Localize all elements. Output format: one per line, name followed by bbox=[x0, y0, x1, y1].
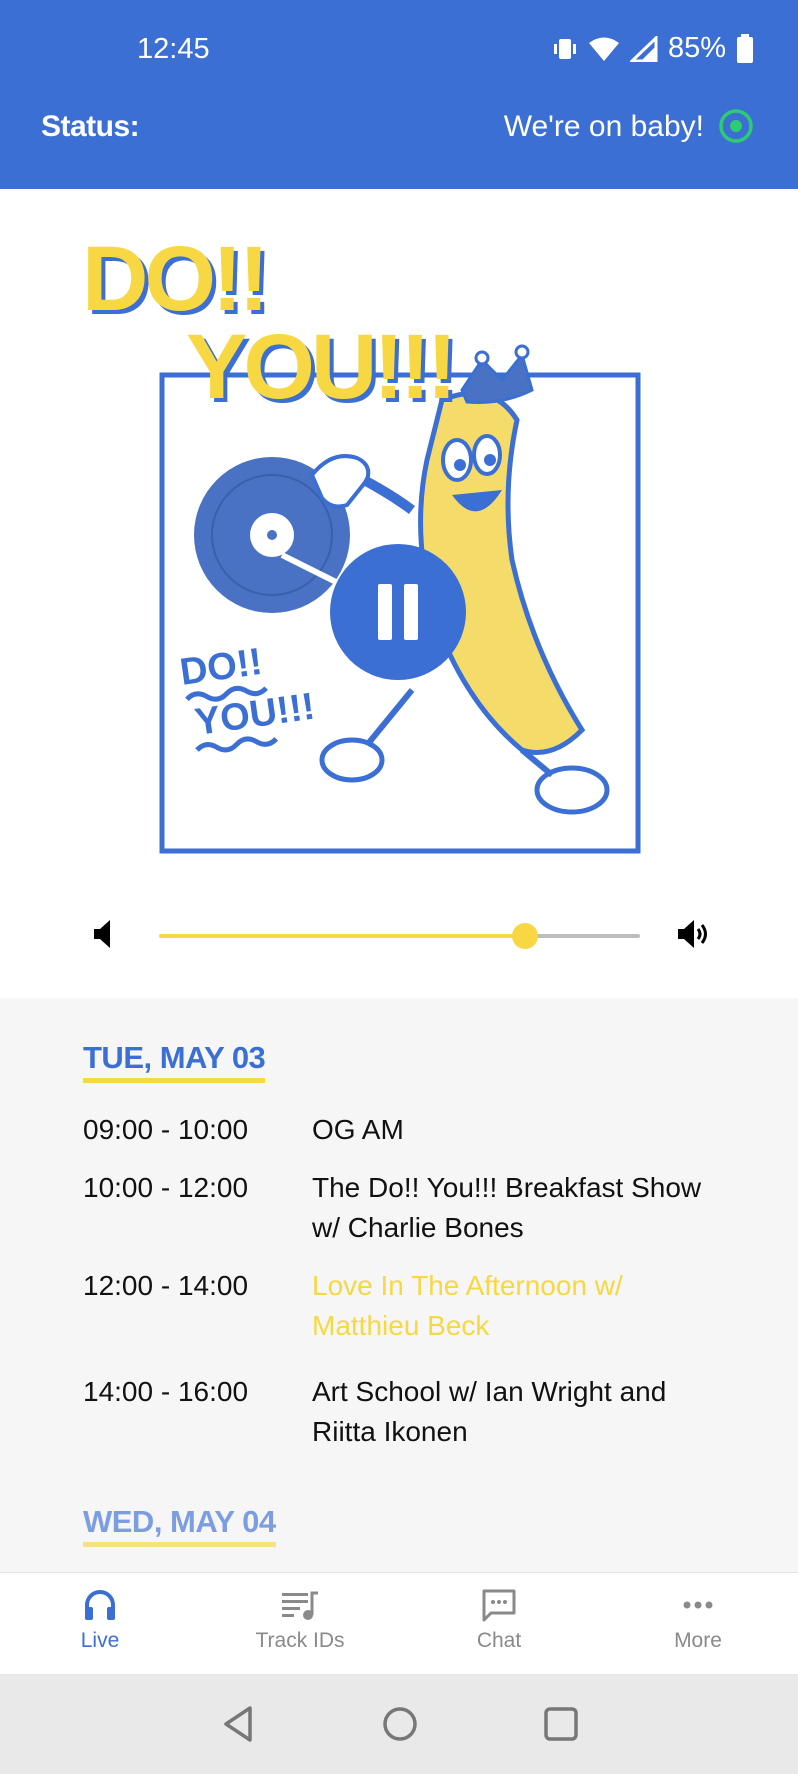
signal-icon bbox=[629, 35, 658, 62]
show-time: 10:00 - 12:00 bbox=[83, 1172, 249, 1203]
volume-control bbox=[0, 900, 798, 970]
more-icon bbox=[618, 1587, 778, 1623]
nav-chat-label: Chat bbox=[476, 1629, 522, 1652]
app-header: 12:45 85% Status: We're on baby! bbox=[0, 0, 798, 189]
show-title: Art School w/ Ian Wright and Riitta Ikon… bbox=[312, 1376, 667, 1447]
system-nav-bar bbox=[0, 1674, 798, 1774]
show-time: 12:00 - 14:00 bbox=[83, 1270, 249, 1301]
artwork-title-line1: DO!! bbox=[82, 230, 265, 330]
artwork-image: DO!! YOU!!! DO!! DO!! YOU!!! YOU!!! bbox=[82, 228, 641, 854]
nav-track-ids-label: Track IDs bbox=[255, 1629, 345, 1652]
recents-icon[interactable] bbox=[542, 1704, 580, 1749]
nav-live[interactable]: Live bbox=[20, 1587, 180, 1653]
status-time: 12:45 bbox=[137, 33, 210, 65]
nav-more-label: More bbox=[674, 1629, 722, 1652]
volume-high-icon[interactable] bbox=[676, 918, 712, 955]
day-heading: TUE, MAY 03 bbox=[83, 1040, 266, 1083]
bottom-nav: Live Track IDs Chat More bbox=[0, 1572, 798, 1674]
volume-slider-thumb[interactable] bbox=[511, 923, 538, 949]
pause-button[interactable] bbox=[330, 544, 466, 680]
playlist-icon bbox=[220, 1587, 380, 1623]
vibrate-icon bbox=[552, 36, 578, 62]
chat-icon bbox=[419, 1587, 579, 1623]
schedule-list: TUE, MAY 03 09:00 - 10:00 OG AM 10:00 - … bbox=[0, 998, 798, 1572]
show-time: 09:00 - 10:00 bbox=[83, 1114, 249, 1145]
battery-percent: 85% bbox=[667, 32, 726, 64]
status-icons: 85% bbox=[552, 32, 754, 65]
show-title: Love In The Afternoon w/ Matthieu Beck bbox=[312, 1270, 623, 1341]
show-time: 14:00 - 16:00 bbox=[83, 1376, 249, 1407]
artwork-title-line2: YOU!!! bbox=[186, 316, 453, 418]
back-icon[interactable] bbox=[220, 1704, 256, 1749]
show-title: OG AM bbox=[312, 1114, 404, 1145]
day-heading: WED, MAY 04 bbox=[83, 1504, 276, 1547]
battery-icon bbox=[736, 33, 754, 64]
volume-slider-fill bbox=[159, 934, 525, 938]
station-artwork: DO!! YOU!!! DO!! DO!! YOU!!! YOU!!! bbox=[82, 228, 642, 860]
nav-chat[interactable]: Chat bbox=[419, 1587, 579, 1653]
radio-on-icon bbox=[718, 108, 754, 144]
status-label: Status: bbox=[41, 110, 140, 143]
volume-slider[interactable] bbox=[159, 923, 640, 949]
wifi-icon bbox=[588, 36, 620, 62]
broadcast-status-row: Status: We're on baby! bbox=[0, 100, 798, 160]
home-icon[interactable] bbox=[380, 1704, 420, 1749]
system-status-bar: 12:45 85% bbox=[0, 0, 798, 100]
headphones-icon bbox=[20, 1587, 180, 1623]
nav-more[interactable]: More bbox=[618, 1587, 778, 1653]
nav-track-ids[interactable]: Track IDs bbox=[220, 1587, 380, 1653]
volume-low-icon[interactable] bbox=[92, 918, 114, 955]
nav-live-label: Live bbox=[80, 1629, 120, 1652]
show-title: The Do!! You!!! Breakfast Show w/ Charli… bbox=[312, 1172, 702, 1243]
status-text: We're on baby! bbox=[503, 110, 704, 143]
